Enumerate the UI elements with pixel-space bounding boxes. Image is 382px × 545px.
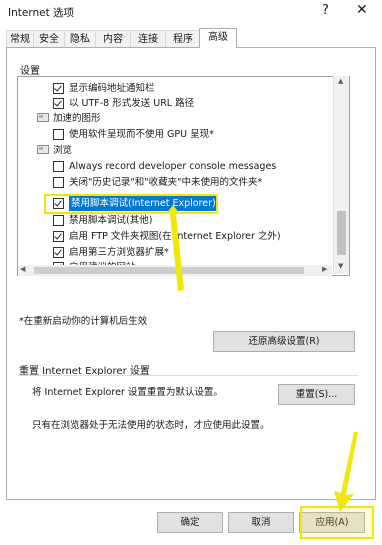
tab-advanced[interactable]: 高级 — [199, 28, 237, 48]
annotation-apply-highlight — [300, 506, 374, 539]
cancel-button[interactable]: 取消 — [228, 512, 294, 533]
reset-description: 将 Internet Explorer 设置重置为默认设置。 — [32, 387, 223, 398]
annotation-arrow-up — [166, 205, 184, 291]
group-divider — [18, 375, 358, 376]
annotation-arrow-down — [334, 432, 358, 512]
annotation-arrows — [166, 205, 358, 512]
restore-advanced-settings-button[interactable]: 还原高级设置(R) — [213, 331, 355, 352]
reset-warning: 只有在浏览器处于无法使用的状态时，才应使用此设置。 — [32, 420, 270, 431]
ok-button[interactable]: 确定 — [157, 512, 223, 533]
reset-button[interactable]: 重置(S)... — [278, 384, 355, 405]
restart-note: *在重新启动你的计算机后生效 — [19, 316, 148, 327]
